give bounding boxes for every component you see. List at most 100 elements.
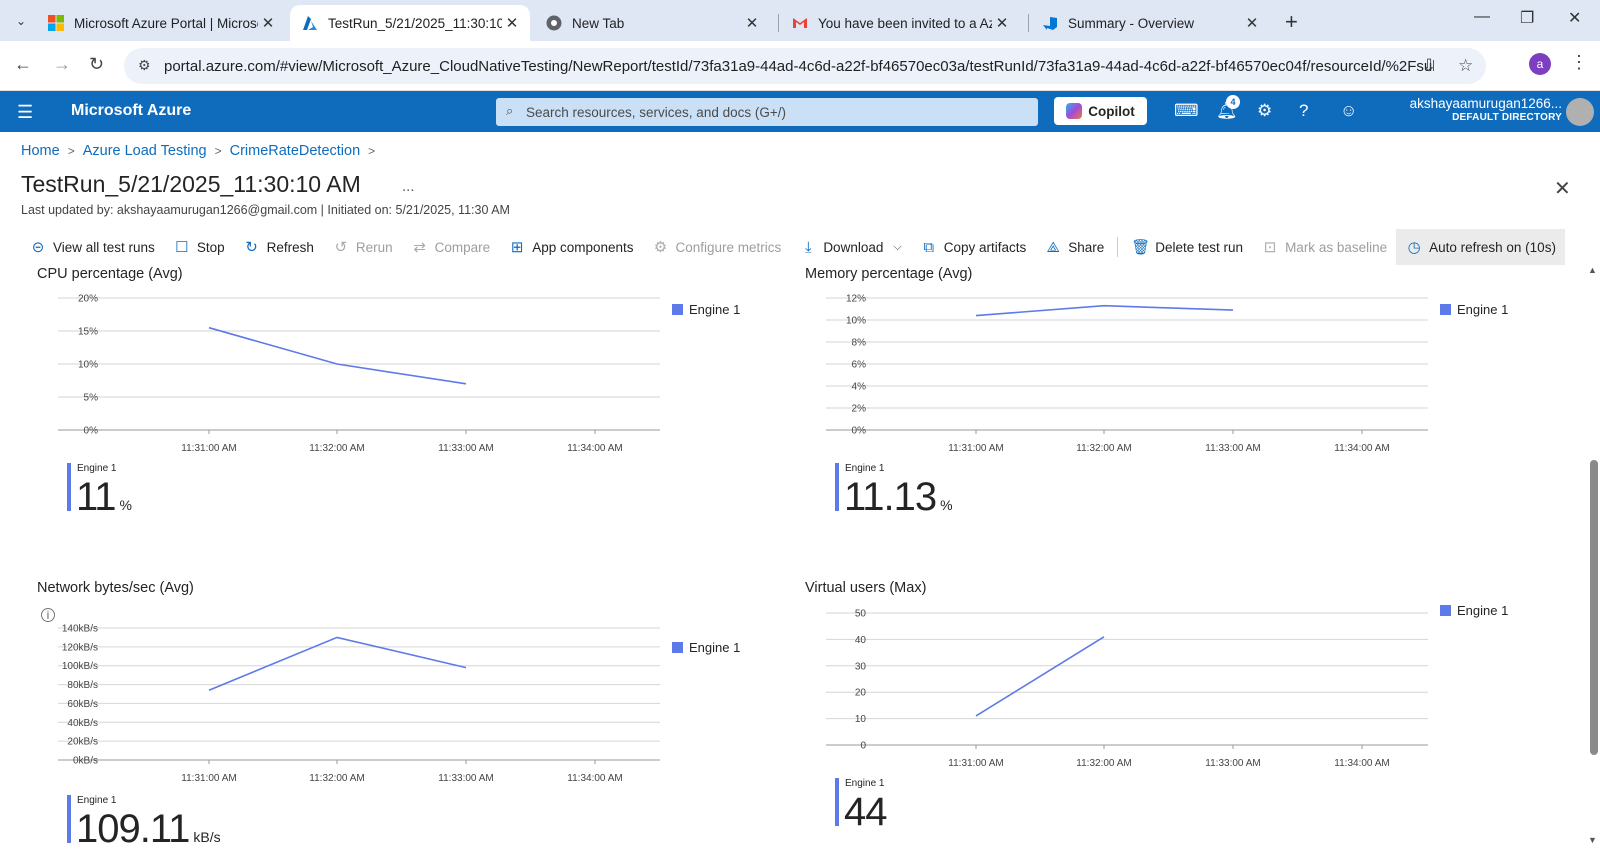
series-line[interactable] xyxy=(975,304,1234,317)
bookmark-star-icon[interactable]: ☆ xyxy=(1458,56,1473,76)
y-tick-label: 8% xyxy=(852,338,867,349)
avatar[interactable] xyxy=(1566,98,1594,126)
profile-avatar[interactable]: a xyxy=(1529,53,1551,75)
scrollbar-thumb[interactable] xyxy=(1590,460,1598,755)
breadcrumb-load-testing[interactable]: Azure Load Testing xyxy=(83,143,207,159)
site-info-icon[interactable]: ⚙ xyxy=(138,57,151,74)
summary-label: Engine 1 xyxy=(845,778,885,789)
x-tick-label: 11:31:00 AM xyxy=(948,443,1003,454)
refresh-button[interactable]: ↻ Refresh xyxy=(234,229,323,265)
auto-refresh-button[interactable]: ◷ Auto refresh on (10s) xyxy=(1396,229,1565,265)
x-tick-label: 11:32:00 AM xyxy=(309,773,364,784)
chevron-right-icon: > xyxy=(67,144,75,158)
back-icon[interactable]: ← xyxy=(14,54,32,75)
new-tab-icon[interactable]: + xyxy=(1285,9,1298,35)
url-text[interactable]: portal.azure.com/#view/Microsoft_Azure_C… xyxy=(164,58,1434,75)
x-tick-label: 11:32:00 AM xyxy=(1076,443,1131,454)
share-button[interactable]: ⟁ Share xyxy=(1035,229,1113,265)
settings-gear-icon[interactable]: ⚙ xyxy=(1257,101,1272,121)
browser-tab[interactable]: You have been invited to a Azure ✕ xyxy=(780,5,1020,41)
y-tick-label: 0kB/s xyxy=(73,756,98,767)
chart-title: Network bytes/sec (Avg) xyxy=(37,580,194,596)
configure-metrics-button[interactable]: ⚙ Configure metrics xyxy=(643,229,791,265)
copilot-icon xyxy=(1066,103,1083,119)
legend-label[interactable]: Engine 1 xyxy=(1457,302,1508,317)
breadcrumb-resource[interactable]: CrimeRateDetection xyxy=(230,143,361,159)
chevron-down-icon: ⌵ xyxy=(893,240,902,253)
close-icon[interactable]: ✕ xyxy=(258,14,278,32)
minimize-icon[interactable]: — xyxy=(1474,8,1490,26)
ms-logo-icon xyxy=(48,15,64,31)
account-info[interactable]: akshayaamurugan1266... DEFAULT DIRECTORY xyxy=(1410,96,1562,123)
global-search[interactable]: ⌕ xyxy=(496,98,1038,126)
close-window-icon[interactable]: ✕ xyxy=(1568,8,1581,28)
legend-swatch xyxy=(672,304,683,315)
mark-as-baseline-button[interactable]: ⊡ Mark as baseline xyxy=(1252,229,1396,265)
close-icon[interactable]: ✕ xyxy=(1242,14,1262,32)
copy-icon: ⧉ xyxy=(923,238,935,256)
y-tick-label: 0% xyxy=(84,426,99,437)
series-line[interactable] xyxy=(208,326,467,385)
x-tick-label: 11:34:00 AM xyxy=(567,443,622,454)
memory-chart[interactable]: 0% 2% 4% 6% 8% 10% 12% 11:31:00 AM 11:32:00 AM 11… xyxy=(768,290,1568,465)
scroll-down-icon[interactable]: ▼ xyxy=(1588,835,1597,845)
y-tick-label: 50 xyxy=(855,609,867,620)
view-all-test-runs-button[interactable]: ⊝ View all test runs xyxy=(20,229,164,265)
copy-artifacts-button[interactable]: ⧉ Copy artifacts xyxy=(911,229,1036,265)
legend-label[interactable]: Engine 1 xyxy=(1457,605,1508,618)
summary-label: Engine 1 xyxy=(845,463,885,474)
feedback-icon[interactable]: ☺ xyxy=(1340,101,1357,121)
legend-label[interactable]: Engine 1 xyxy=(689,302,740,317)
series-line[interactable] xyxy=(975,636,1105,717)
delete-test-run-button[interactable]: 🗑︎ Delete test run xyxy=(1122,229,1252,265)
browser-tab-active[interactable]: TestRun_5/21/2025_11:30:10 AM ✕ xyxy=(290,5,530,41)
legend-label[interactable]: Engine 1 xyxy=(689,640,740,655)
stop-button[interactable]: ☐ Stop xyxy=(164,229,234,265)
vertical-scrollbar[interactable]: ▲ ▼ xyxy=(1585,265,1600,850)
scroll-up-icon[interactable]: ▲ xyxy=(1588,265,1597,275)
copilot-label: Copilot xyxy=(1088,103,1135,119)
y-tick-label: 5% xyxy=(84,393,99,404)
series-line[interactable] xyxy=(208,636,467,691)
help-icon[interactable]: ? xyxy=(1299,101,1308,121)
cpu-chart[interactable]: 0% 5% 10% 15% 20% 11:31:00 AM 11:32:00 AM 11:33… xyxy=(0,290,780,465)
browser-menu-icon[interactable]: ⋮ xyxy=(1570,52,1588,73)
close-blade-icon[interactable]: ✕ xyxy=(1554,176,1571,201)
cloud-shell-icon[interactable]: ⌨ xyxy=(1174,101,1199,121)
copilot-button[interactable]: Copilot xyxy=(1054,97,1147,125)
browser-tab[interactable]: Microsoft Azure Portal | Microsoft ✕ xyxy=(36,5,286,41)
devops-icon xyxy=(1043,17,1057,30)
y-tick-label: 10 xyxy=(855,714,867,725)
restore-icon[interactable]: ❐ xyxy=(1520,8,1534,28)
x-tick-label: 11:32:00 AM xyxy=(309,443,364,454)
more-options-icon[interactable]: ... xyxy=(402,178,415,195)
brand-title[interactable]: Microsoft Azure xyxy=(71,102,191,120)
y-tick-label: 80kB/s xyxy=(67,680,98,691)
search-input[interactable] xyxy=(526,101,1026,123)
breadcrumb-home[interactable]: Home xyxy=(21,143,60,159)
hamburger-menu-icon[interactable]: ☰ xyxy=(17,102,33,123)
close-icon[interactable]: ✕ xyxy=(742,14,762,32)
gear-icon: ⚙ xyxy=(653,239,668,256)
virtual-users-chart[interactable]: 0 10 20 30 40 50 11:31:00 AM 11:32:00 AM 11:33:0… xyxy=(768,605,1568,780)
rerun-button[interactable]: ↺ Rerun xyxy=(323,229,402,265)
browser-tab[interactable]: New Tab ✕ xyxy=(534,5,770,41)
browser-tab[interactable]: Summary - Overview ✕ xyxy=(1030,5,1270,41)
arrow-circle-icon: ⊝ xyxy=(31,239,45,256)
omnibox[interactable]: ⚙ portal.azure.com/#view/Microsoft_Azure… xyxy=(124,48,1486,84)
install-icon[interactable]: ⇩ xyxy=(1422,56,1436,76)
y-tick-label: 0 xyxy=(860,741,866,752)
app-components-button[interactable]: ⊞ App components xyxy=(499,229,642,265)
reload-icon[interactable]: ↻ xyxy=(89,54,104,75)
compare-button[interactable]: ⇄ Compare xyxy=(402,229,500,265)
tab-search-icon[interactable]: ⌄ xyxy=(8,8,34,34)
download-button[interactable]: ⤓ Download ⌵ xyxy=(790,229,910,265)
forward-icon[interactable]: → xyxy=(53,54,71,75)
x-tick-label: 11:34:00 AM xyxy=(1334,443,1389,454)
network-chart[interactable]: 0kB/s 20kB/s 40kB/s 60kB/s 80kB/s 100kB/s 120k… xyxy=(0,620,780,795)
close-icon[interactable]: ✕ xyxy=(992,14,1012,32)
close-icon[interactable]: ✕ xyxy=(502,14,522,32)
search-icon: ⌕ xyxy=(506,103,514,118)
trash-icon: 🗑︎ xyxy=(1131,239,1151,256)
page-subtitle: Last updated by: akshayaamurugan1266@gma… xyxy=(21,203,510,217)
